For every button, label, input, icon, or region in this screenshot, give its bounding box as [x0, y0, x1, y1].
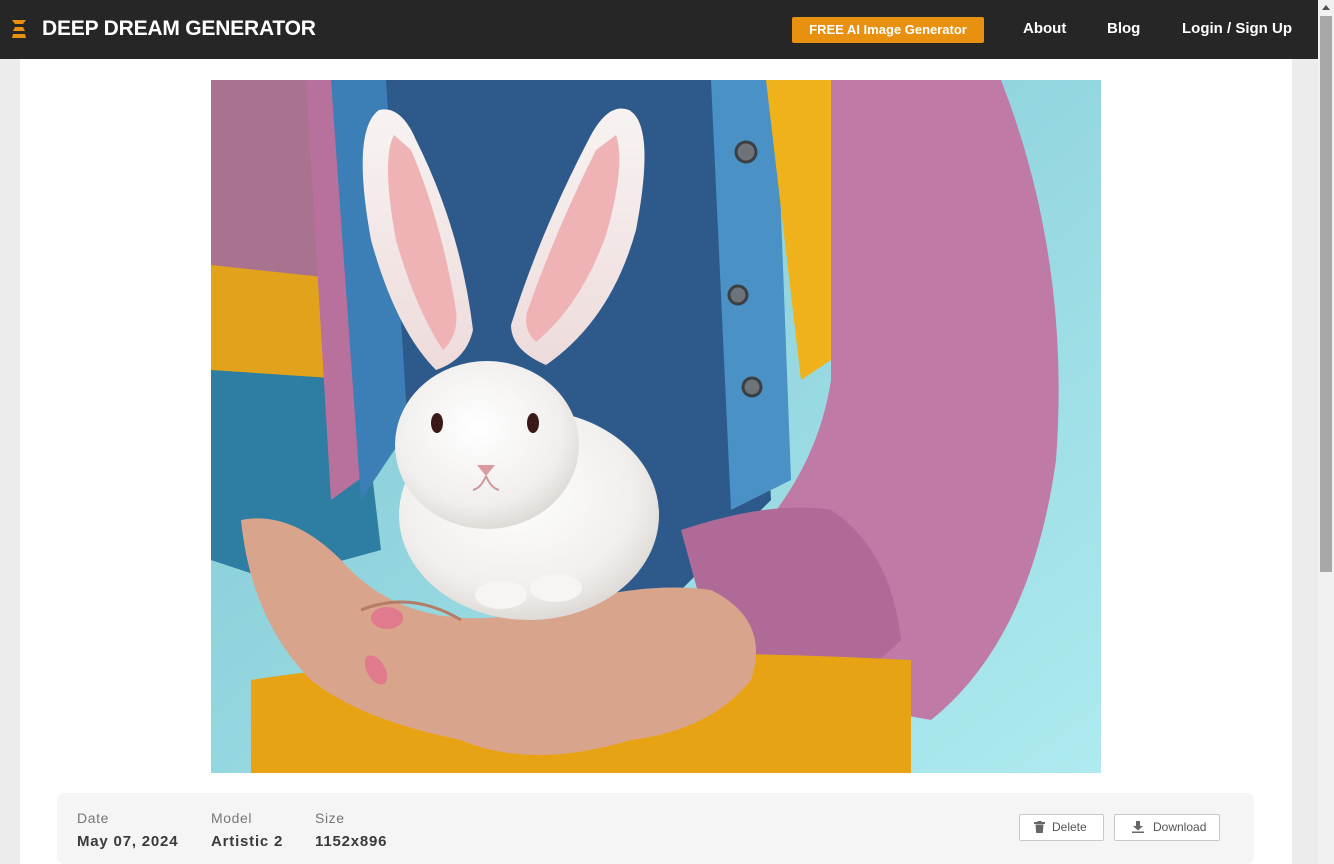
trash-icon: [1034, 821, 1045, 833]
delete-button[interactable]: Delete: [1019, 814, 1104, 841]
nav-blog-link[interactable]: Blog: [1107, 20, 1140, 38]
free-ai-generator-button[interactable]: FREE AI Image Generator: [792, 17, 984, 43]
image-illustration: [211, 80, 1101, 773]
size-value: 1152x896: [315, 833, 388, 850]
size-label: Size: [315, 810, 345, 826]
nav-about-link[interactable]: About: [1023, 20, 1066, 38]
top-nav-bar: DEEP DREAM GENERATOR FREE AI Image Gener…: [0, 0, 1318, 59]
scroll-up-arrow-icon[interactable]: [1318, 0, 1334, 16]
date-label: Date: [77, 810, 109, 826]
logo-icon[interactable]: [11, 19, 27, 39]
model-label: Model: [211, 810, 253, 826]
date-meta: Date May 07, 2024: [77, 810, 178, 851]
download-button[interactable]: Download: [1114, 814, 1220, 841]
size-meta: Size 1152x896: [315, 810, 387, 851]
scroll-thumb[interactable]: [1320, 16, 1332, 572]
nav-login-link[interactable]: Login / Sign Up: [1182, 20, 1292, 38]
model-value: Artistic 2: [211, 833, 284, 850]
download-label: Download: [1153, 820, 1207, 834]
brand-name[interactable]: DEEP DREAM GENERATOR: [42, 17, 316, 41]
model-meta: Model Artistic 2: [211, 810, 283, 851]
delete-label: Delete: [1052, 820, 1087, 834]
generated-image[interactable]: [211, 80, 1101, 773]
download-icon: [1132, 821, 1144, 833]
image-details-bar: Date May 07, 2024 Model Artistic 2 Size …: [57, 793, 1254, 864]
date-value: May 07, 2024: [77, 833, 179, 850]
page-scrollbar[interactable]: [1318, 0, 1334, 864]
